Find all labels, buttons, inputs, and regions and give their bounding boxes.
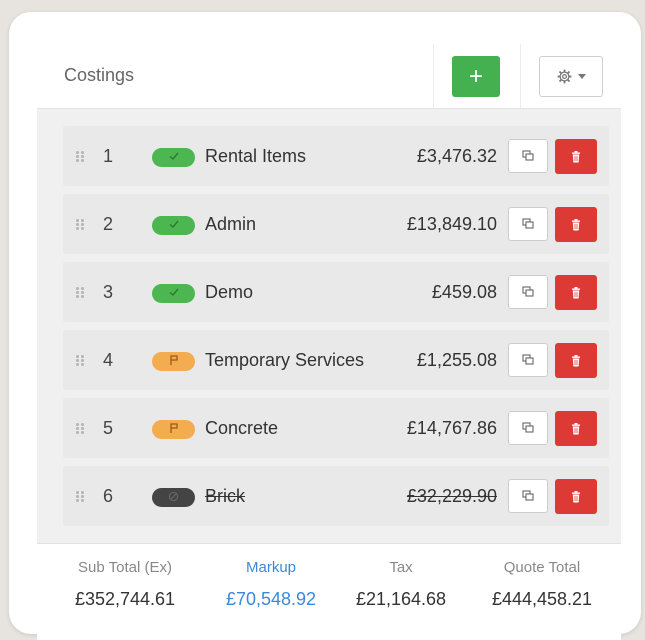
costing-name[interactable]: Admin [205,214,256,235]
costing-amount: £1,255.08 [416,350,497,370]
delete-button[interactable] [555,343,597,378]
costing-name[interactable]: Concrete [205,418,278,439]
totals-footer: Sub Total (Ex) £352,744.61 Markup £70,54… [37,543,621,640]
sub-total-label: Sub Total (Ex) [78,559,172,576]
drag-handle-icon[interactable] [76,355,85,366]
page-title: Costings [64,65,135,85]
status-badge[interactable] [152,420,195,439]
panel-header: Costings + [37,44,621,109]
drag-handle-icon[interactable] [76,219,85,230]
costing-amount: £32,229.90 [406,486,497,506]
row-number: 4 [103,350,114,370]
delete-button[interactable] [555,139,597,174]
check-icon [168,286,180,301]
chevron-down-icon [577,74,586,79]
check-icon [168,218,180,233]
costings-panel: Costings + 1 Rental Items £3,476.32 2 Admin £… [37,44,621,640]
quote-total-label: Quote Total [503,559,581,576]
delete-button[interactable] [555,479,597,514]
costing-row[interactable]: 4 Temporary Services £1,255.08 [63,330,609,390]
add-costing-button[interactable]: + [452,56,500,97]
markup-value[interactable]: £70,548.92 [206,589,336,610]
ban-icon [168,491,179,505]
copy-icon [522,490,534,501]
copy-icon [522,218,534,229]
row-number: 3 [103,282,114,302]
gear-icon [557,69,571,84]
delete-button[interactable] [555,275,597,310]
costing-name[interactable]: Demo [205,282,253,303]
costing-amount: £13,849.10 [406,214,497,234]
duplicate-button[interactable] [508,479,548,513]
duplicate-button[interactable] [508,343,548,377]
costing-row[interactable]: 3 Demo £459.08 [63,262,609,322]
costing-amount: £3,476.32 [416,146,497,166]
status-badge[interactable] [152,216,195,235]
markup-label[interactable]: Markup [206,559,336,576]
copy-icon [522,354,534,365]
row-number: 1 [103,146,114,166]
status-badge[interactable] [152,148,195,167]
trash-icon [572,286,580,298]
trash-icon [572,218,580,230]
costing-name[interactable]: Brick [205,486,245,507]
status-badge[interactable] [152,488,195,507]
drag-handle-icon[interactable] [76,151,85,162]
trash-icon [572,422,580,434]
delete-button[interactable] [555,207,597,242]
duplicate-button[interactable] [508,207,548,241]
copy-icon [522,286,534,297]
costing-row[interactable]: 6 Brick £32,229.90 [63,466,609,526]
duplicate-button[interactable] [508,411,548,445]
duplicate-button[interactable] [508,275,548,309]
header-divider [433,44,434,108]
quote-total-value: £444,458.21 [491,589,593,609]
sub-total-value: £352,744.61 [74,589,176,609]
copy-icon [522,422,534,433]
copy-icon [522,150,534,161]
status-badge[interactable] [152,284,195,303]
trash-icon [572,490,580,502]
row-number: 5 [103,418,114,438]
costing-row[interactable]: 5 Concrete £14,767.86 [63,398,609,458]
delete-button[interactable] [555,411,597,446]
costing-row[interactable]: 2 Admin £13,849.10 [63,194,609,254]
drag-handle-icon[interactable] [76,491,85,502]
drag-handle-icon[interactable] [76,287,85,298]
row-number: 6 [103,486,114,506]
check-icon [168,150,180,165]
header-divider [520,44,521,108]
row-number: 2 [103,214,114,234]
costing-amount: £459.08 [431,282,497,302]
trash-icon [572,354,580,366]
tax-label: Tax [389,559,413,576]
costing-row[interactable]: 1 Rental Items £3,476.32 [63,126,609,186]
flag-icon [168,422,180,437]
flag-icon [168,354,180,369]
trash-icon [572,150,580,162]
plus-icon: + [468,62,483,90]
tax-value: £21,164.68 [355,589,447,609]
costing-amount: £14,767.86 [406,418,497,438]
costing-name[interactable]: Temporary Services [205,350,364,371]
status-badge[interactable] [152,352,195,371]
drag-handle-icon[interactable] [76,423,85,434]
settings-dropdown-button[interactable] [539,56,603,97]
costings-list: 1 Rental Items £3,476.32 2 Admin £13,849.10 3 D… [63,126,609,534]
duplicate-button[interactable] [508,139,548,173]
costing-name[interactable]: Rental Items [205,146,306,167]
